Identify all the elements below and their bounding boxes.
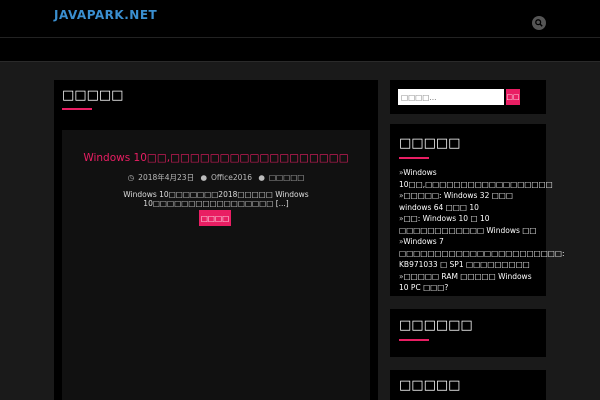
comment-icon: ● bbox=[258, 173, 265, 182]
title-underline bbox=[62, 108, 92, 110]
sidebar-categories-widget: □□□□□ bbox=[390, 370, 546, 400]
post-card: Windows 10□□,□□□□□□□□□□□□□□□□□□ ◷ 2018年4月… bbox=[62, 130, 370, 400]
categories-title: □□□□□ bbox=[399, 378, 461, 393]
nav-bar bbox=[0, 38, 600, 62]
recent-title-underline bbox=[399, 157, 429, 159]
recent-posts-title: □□□□□ bbox=[399, 136, 461, 151]
list-item[interactable]: »Windows 10□□,□□□□□□□□□□□□□□□□□□ bbox=[399, 167, 553, 190]
post-date[interactable]: 2018年4月23日 bbox=[138, 173, 194, 182]
clock-icon: ◷ bbox=[127, 173, 135, 182]
user-icon: ● bbox=[200, 173, 208, 182]
archive-title-underline bbox=[399, 339, 429, 341]
list-item[interactable]: »□□□□□: Windows 32 □□□ windows 64 □□□ 10 bbox=[399, 190, 541, 213]
post-excerpt: Windows 10□□□□□□□2018□□□□□ Windows 10□□□… bbox=[123, 190, 309, 208]
site-logo[interactable]: JAVAPARK.NET bbox=[54, 8, 157, 22]
list-item[interactable]: »Windows 7 □□□□□□□□□□□□□□□□□□□□□□□: KB97… bbox=[399, 236, 565, 271]
search-icon bbox=[535, 19, 543, 27]
list-item[interactable]: »□□: Windows 10 □ 10 □□□□□□□□□□□□ Window… bbox=[399, 213, 541, 236]
page-title: □□□□□ bbox=[62, 88, 124, 103]
archive-title: □□□□□□ bbox=[399, 318, 473, 333]
header-search-button[interactable] bbox=[532, 16, 546, 30]
read-more-button[interactable]: □□□□ bbox=[199, 210, 231, 226]
post-author[interactable]: Office2016 bbox=[211, 173, 252, 182]
top-header: JAVAPARK.NET bbox=[0, 0, 600, 38]
sidebar-search-widget: □□ bbox=[390, 80, 546, 114]
main-content: □□□□□ Windows 10□□,□□□□□□□□□□□□□□□□□□ ◷ 2… bbox=[54, 80, 378, 400]
list-item[interactable]: »□□□□□ RAM □□□□□ Windows 10 PC □□□? bbox=[399, 271, 541, 294]
post-title[interactable]: Windows 10□□,□□□□□□□□□□□□□□□□□□ bbox=[62, 152, 370, 164]
post-comments[interactable]: □□□□□ bbox=[269, 173, 304, 182]
post-meta: ◷ 2018年4月23日 ● Office2016 ● □□□□□ bbox=[62, 172, 370, 183]
search-input[interactable] bbox=[398, 89, 504, 105]
sidebar-archive-widget: □□□□□□ bbox=[390, 309, 546, 357]
search-submit-button[interactable]: □□ bbox=[506, 89, 520, 105]
recent-posts-list: »Windows 10□□,□□□□□□□□□□□□□□□□□□ »□□□□□:… bbox=[399, 167, 565, 294]
